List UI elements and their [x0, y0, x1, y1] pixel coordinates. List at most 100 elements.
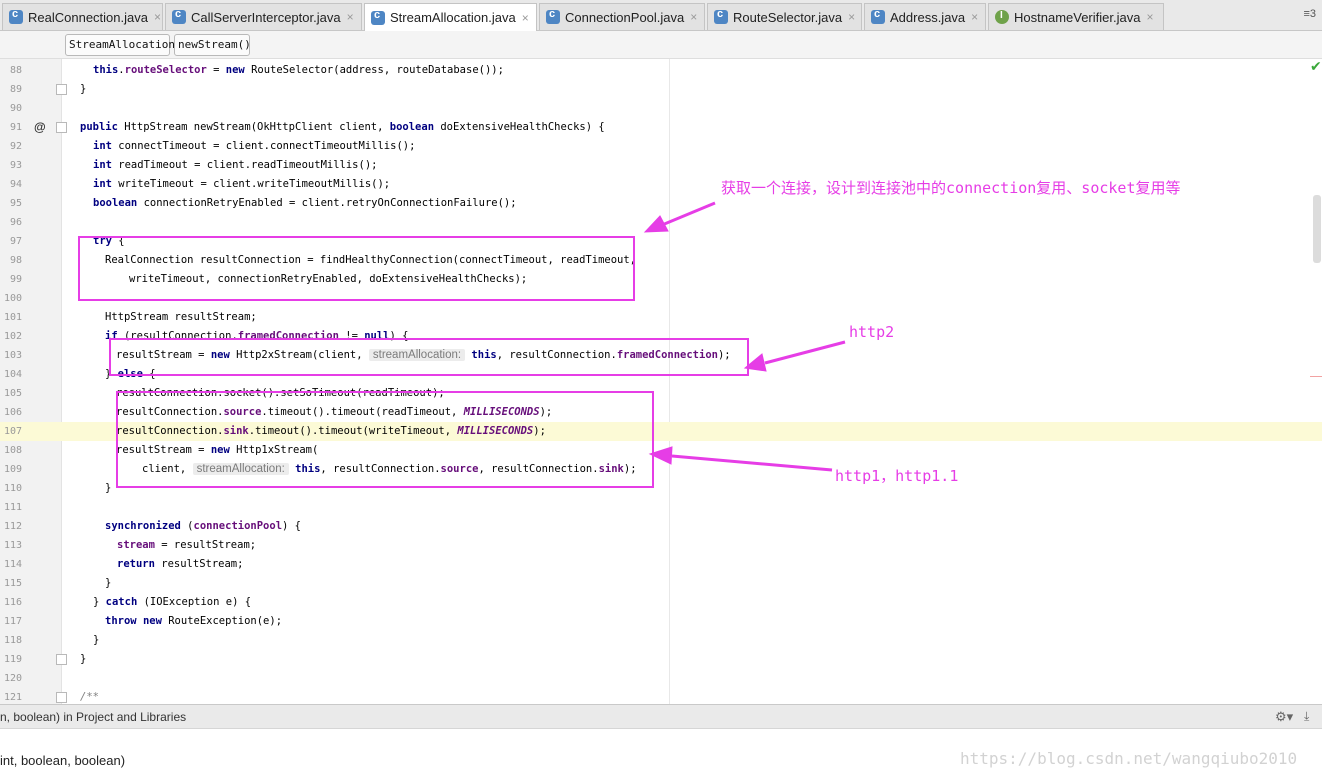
- breadcrumb-class[interactable]: StreamAllocation: [65, 34, 175, 56]
- code-text: }: [93, 634, 100, 646]
- code-text: }: [105, 482, 112, 494]
- code-text: throw new RouteException(e);: [105, 615, 283, 627]
- gear-icon[interactable]: ⚙▾: [1275, 709, 1293, 725]
- code-text: public HttpStream newStream(OkHttpClient…: [80, 121, 605, 133]
- code-text: }: [105, 577, 112, 589]
- class-icon: [172, 8, 186, 24]
- fold-marker-icon[interactable]: [56, 692, 67, 703]
- line-number: 97: [9, 236, 22, 247]
- line-number: 117: [3, 616, 22, 627]
- line-number: 105: [3, 388, 22, 399]
- usage-signature[interactable]: int, boolean, boolean): [0, 753, 125, 768]
- tab-routeselector[interactable]: RouteSelector.java ×: [707, 3, 862, 30]
- code-text: HttpStream resultStream;: [105, 311, 257, 323]
- tab-label: Address.java: [890, 9, 966, 25]
- breadcrumb: StreamAllocation newStream(): [0, 31, 1322, 59]
- tab-streamallocation[interactable]: StreamAllocation.java ×: [364, 3, 537, 31]
- tab-label: RouteSelector.java: [733, 9, 843, 25]
- line-number: 104: [3, 369, 22, 380]
- close-icon[interactable]: ×: [971, 10, 978, 24]
- class-icon: [9, 8, 23, 24]
- code-line: 111: [0, 498, 1322, 517]
- watermark: https://blog.csdn.net/wangqiubo2010: [960, 749, 1298, 768]
- code-line: 96: [0, 213, 1322, 232]
- tab-overflow-menu[interactable]: ≡3: [1303, 8, 1316, 20]
- line-number: 88: [9, 65, 22, 76]
- line-number: 101: [3, 312, 22, 323]
- code-line: 119 }: [0, 650, 1322, 669]
- close-icon[interactable]: ×: [690, 10, 697, 24]
- line-number: 120: [3, 673, 22, 684]
- tab-label: ConnectionPool.java: [565, 9, 685, 25]
- line-number: 102: [3, 331, 22, 342]
- annotation-http2: http2: [849, 323, 895, 341]
- line-number: 98: [9, 255, 22, 266]
- tab-realconnection[interactable]: RealConnection.java ×: [2, 3, 163, 30]
- code-text: this.routeSelector = new RouteSelector(a…: [93, 64, 504, 76]
- class-icon: [714, 8, 728, 24]
- close-icon[interactable]: ×: [848, 10, 855, 24]
- code-text: }: [80, 653, 87, 665]
- code-line: 120: [0, 669, 1322, 688]
- code-line: 115 }: [0, 574, 1322, 593]
- find-usages-header: n, boolean) in Project and Libraries ⚙▾ …: [0, 704, 1322, 729]
- override-marker-icon[interactable]: @: [34, 120, 46, 134]
- code-text: synchronized (connectionPool) {: [105, 520, 301, 532]
- close-icon[interactable]: ×: [1146, 10, 1153, 24]
- inspection-ok-icon[interactable]: ✔: [1310, 59, 1322, 75]
- close-icon[interactable]: ×: [154, 10, 161, 24]
- code-text: return resultStream;: [117, 558, 244, 570]
- close-icon[interactable]: ×: [522, 11, 529, 25]
- code-line: 116 } catch (IOException e) {: [0, 593, 1322, 612]
- code-text: stream = resultStream;: [117, 539, 257, 551]
- fold-marker-icon[interactable]: [56, 654, 67, 665]
- editor-tab-bar: RealConnection.java × CallServerIntercep…: [0, 0, 1322, 31]
- line-number: 103: [3, 350, 22, 361]
- code-line: 112 synchronized (connectionPool) {: [0, 517, 1322, 536]
- code-line: 89 }: [0, 80, 1322, 99]
- code-line: 90: [0, 99, 1322, 118]
- line-number: 94: [9, 179, 22, 190]
- line-number: 112: [3, 521, 22, 532]
- line-number: 99: [9, 274, 22, 285]
- code-line: 93 int readTimeout = client.readTimeoutM…: [0, 156, 1322, 175]
- find-usages-title: n, boolean) in Project and Libraries: [0, 710, 187, 724]
- line-number: 95: [9, 198, 22, 209]
- line-number: 91: [9, 122, 22, 133]
- class-icon: [546, 8, 560, 24]
- line-number: 119: [3, 654, 22, 665]
- tab-hostnameverifier[interactable]: HostnameVerifier.java ×: [988, 3, 1164, 30]
- code-text: boolean connectionRetryEnabled = client.…: [93, 197, 517, 209]
- code-line: 113 stream = resultStream;: [0, 536, 1322, 555]
- line-number: 110: [3, 483, 22, 494]
- breadcrumb-method[interactable]: newStream(): [174, 34, 251, 56]
- code-editor[interactable]: 88 this.routeSelector = new RouteSelecto…: [0, 59, 1322, 704]
- tab-address[interactable]: Address.java ×: [864, 3, 986, 30]
- fold-marker-icon[interactable]: [56, 84, 67, 95]
- code-line: 114 return resultStream;: [0, 555, 1322, 574]
- code-line: 101 HttpStream resultStream;: [0, 308, 1322, 327]
- class-icon: [371, 9, 385, 25]
- line-number: 90: [9, 103, 22, 114]
- line-number: 89: [9, 84, 22, 95]
- tab-callserverinterceptor[interactable]: CallServerInterceptor.java ×: [165, 3, 362, 30]
- line-number: 108: [3, 445, 22, 456]
- line-number: 111: [3, 502, 22, 513]
- fold-marker-icon[interactable]: [56, 122, 67, 133]
- code-line: 88 this.routeSelector = new RouteSelecto…: [0, 61, 1322, 80]
- code-text: int writeTimeout = client.writeTimeoutMi…: [93, 178, 391, 190]
- annotation-connection: 获取一个连接，设计到连接池中的connection复用、socket复用等: [721, 179, 1181, 197]
- tab-connectionpool[interactable]: ConnectionPool.java ×: [539, 3, 705, 30]
- line-number: 93: [9, 160, 22, 171]
- close-icon[interactable]: ×: [347, 10, 354, 24]
- class-icon: [871, 8, 885, 24]
- vertical-scrollbar-thumb[interactable]: [1313, 195, 1321, 263]
- line-number: 114: [3, 559, 22, 570]
- code-text: } catch (IOException e) {: [93, 596, 252, 608]
- code-text: }: [80, 83, 87, 95]
- line-number: 116: [3, 597, 22, 608]
- pin-icon[interactable]: ⤓: [1304, 709, 1309, 724]
- error-stripe-marker[interactable]: [1310, 376, 1322, 377]
- annotation-box-http1: [116, 391, 654, 488]
- code-line: 92 int connectTimeout = client.connectTi…: [0, 137, 1322, 156]
